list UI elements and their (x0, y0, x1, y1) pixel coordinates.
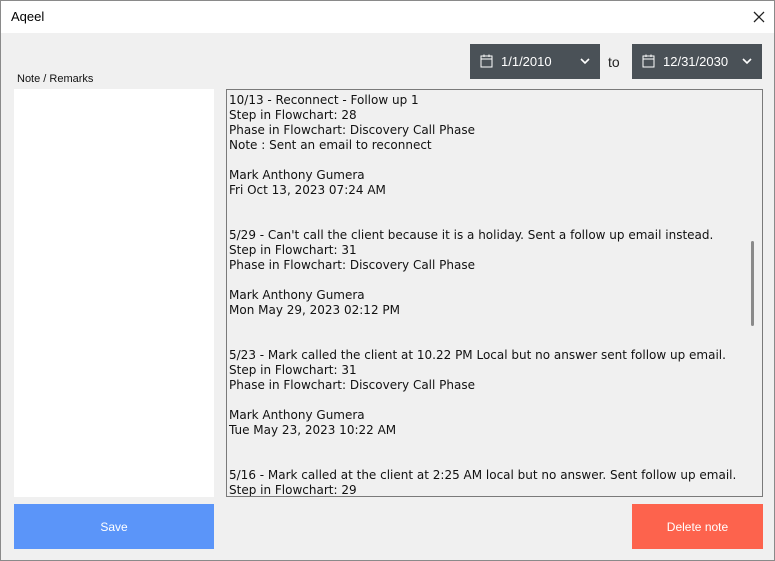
log-entry-note: Note : Sent an email to reconnect (229, 138, 432, 152)
date-range-separator: to (608, 54, 620, 70)
log-entry-step: Step in Flowchart: 29 (229, 483, 357, 497)
notes-history-log[interactable]: 10/13 - Reconnect - Follow up 1 Step in F… (226, 89, 763, 497)
log-content: 10/13 - Reconnect - Follow up 1 Step in F… (229, 93, 749, 497)
to-date-value: 12/31/2030 (663, 54, 729, 69)
log-entry-phase: Phase in Flowchart: Discovery Call Phase (229, 378, 475, 392)
to-date-picker[interactable]: 12/31/2030 (632, 44, 762, 79)
calendar-icon (480, 54, 493, 68)
log-scrollbar[interactable] (751, 241, 754, 326)
log-entry-author: Mark Anthony Gumera (229, 408, 365, 422)
log-entry-author: Mark Anthony Gumera (229, 168, 365, 182)
save-button[interactable]: Save (14, 504, 214, 549)
log-entry-title: 10/13 - Reconnect - Follow up 1 (229, 93, 419, 107)
log-entry: 5/16 - Mark called at the client at 2:25… (229, 468, 749, 497)
log-entry-phase: Phase in Flowchart: Discovery Call Phase (229, 123, 475, 137)
log-entry: 5/23 - Mark called the client at 10.22 P… (229, 348, 749, 438)
log-entry: 10/13 - Reconnect - Follow up 1 Step in F… (229, 93, 749, 198)
log-entry: 5/29 - Can't call the client because it … (229, 228, 749, 318)
log-entry-phase: Phase in Flowchart: Discovery Call Phase (229, 258, 475, 272)
log-entry-timestamp: Fri Oct 13, 2023 07:24 AM (229, 183, 386, 197)
notes-window: Aqeel 1/1/2010 to 12/31/2030 Note / Rema… (0, 0, 775, 561)
log-entry-timestamp: Tue May 23, 2023 10:22 AM (229, 423, 397, 437)
close-icon (753, 11, 765, 23)
delete-note-button[interactable]: Delete note (632, 504, 763, 549)
log-entry-title: 5/23 - Mark called the client at 10.22 P… (229, 348, 726, 362)
log-entry-step: Step in Flowchart: 31 (229, 243, 357, 257)
chevron-down-icon (580, 58, 590, 65)
title-bar: Aqeel (1, 1, 774, 33)
log-entry-title: 5/29 - Can't call the client because it … (229, 228, 714, 242)
log-entry-step: Step in Flowchart: 28 (229, 108, 357, 122)
calendar-icon (642, 54, 655, 68)
log-entry-title: 5/16 - Mark called at the client at 2:25… (229, 468, 737, 482)
log-entry-author: Mark Anthony Gumera (229, 288, 365, 302)
window-title: Aqeel (11, 9, 45, 24)
log-entry-timestamp: Mon May 29, 2023 02:12 PM (229, 303, 400, 317)
chevron-down-icon (742, 58, 752, 65)
close-button[interactable] (744, 1, 774, 33)
log-entry-step: Step in Flowchart: 31 (229, 363, 357, 377)
note-label: Note / Remarks (17, 73, 94, 85)
from-date-picker[interactable]: 1/1/2010 (470, 44, 600, 79)
note-input[interactable] (14, 89, 214, 497)
from-date-value: 1/1/2010 (501, 54, 552, 69)
